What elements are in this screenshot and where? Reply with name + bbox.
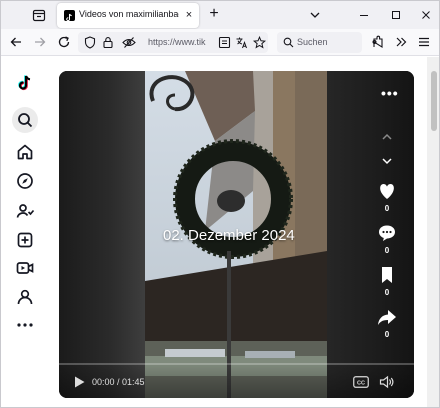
tiktok-favicon-icon [64,10,75,22]
search-input[interactable]: Suchen [297,37,328,47]
captions-icon[interactable]: CC [353,376,369,388]
live-icon[interactable] [15,258,35,278]
progress-bar[interactable] [59,363,414,365]
permissions-icon[interactable] [122,36,136,49]
video-player[interactable]: 02. Dezember 2024 ••• 0 0 0 0 00:00 / 01… [59,71,414,398]
reload-icon[interactable] [57,35,71,49]
tab-strip: Videos von maximilianbaehring × + [1,1,439,29]
scrollbar-thumb[interactable] [431,71,437,131]
search-bar[interactable]: Suchen [277,32,362,53]
new-tab-button[interactable]: + [206,6,222,22]
more-options-icon[interactable]: ••• [381,85,399,101]
share-count: 0 [384,330,390,339]
upload-plus-icon[interactable] [15,230,35,250]
tab-title: Videos von maximilianbaehring [79,9,179,19]
blurred-background-left [59,71,145,398]
close-window-icon[interactable] [418,7,434,23]
page-scrollbar[interactable] [427,57,439,407]
video-controls: 00:00 / 01:45 CC [59,363,414,398]
firefox-view-icon[interactable] [31,7,47,23]
list-all-tabs-icon[interactable] [307,7,323,23]
bookmark-count: 0 [384,288,390,297]
tracking-protection-shield-icon[interactable] [84,36,96,49]
play-icon[interactable] [73,375,86,389]
extensions-icon[interactable] [371,35,385,49]
bookmark-star-icon[interactable] [253,36,266,49]
share-icon[interactable] [375,307,399,327]
more-dots-icon[interactable] [15,315,35,335]
blurred-background-right [327,71,414,398]
home-icon[interactable] [15,142,35,162]
tiktok-logo-icon[interactable] [15,73,35,93]
tab-videos[interactable]: Videos von maximilianbaehring × [57,3,199,28]
previous-video-chevron-icon[interactable] [375,127,399,147]
heart-icon[interactable] [375,181,399,201]
bookmark-icon[interactable] [375,265,399,285]
maximize-icon[interactable] [388,7,404,23]
comment-count: 0 [384,246,390,255]
reader-view-icon[interactable] [218,36,231,49]
svg-text:CC: CC [357,380,365,386]
close-tab-icon[interactable]: × [183,8,195,22]
url-text[interactable]: https://www.tik [148,37,212,47]
tiktok-sidebar [1,57,49,407]
navigation-bar: https://www.tik Suchen [1,29,439,56]
video-overlay-date: 02. Dezember 2024 [163,227,295,244]
following-icon[interactable] [15,201,35,221]
minimize-icon[interactable] [356,7,372,23]
volume-icon[interactable] [379,375,395,389]
translate-icon[interactable] [235,36,248,49]
search-icon[interactable] [15,110,35,130]
more-tools-chevron-icon[interactable] [394,35,408,49]
comment-icon[interactable] [375,223,399,243]
next-video-chevron-icon[interactable] [375,151,399,171]
url-bar[interactable]: https://www.tik [78,32,268,53]
back-arrow-icon[interactable] [9,35,23,49]
forward-arrow-icon[interactable] [33,35,47,49]
search-icon [283,37,294,48]
page-content: 02. Dezember 2024 ••• 0 0 0 0 00:00 / 01… [1,57,439,407]
hamburger-menu-icon[interactable] [417,35,431,49]
profile-icon[interactable] [15,287,35,307]
browser-window: Videos von maximilianbaehring × + [0,0,440,408]
time-display: 00:00 / 01:45 [92,377,145,387]
like-count: 0 [384,204,390,213]
explore-compass-icon[interactable] [15,171,35,191]
lock-icon[interactable] [102,36,114,49]
